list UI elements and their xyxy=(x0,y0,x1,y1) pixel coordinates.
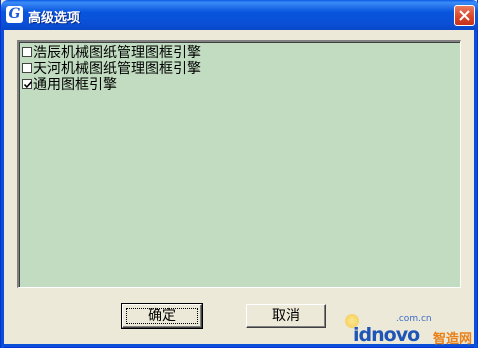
checkbox-unchecked[interactable] xyxy=(22,47,32,57)
cancel-button[interactable]: 取消 xyxy=(246,304,326,328)
watermark-brand-cn: 智造网 xyxy=(433,332,473,347)
dialog-window: G 高级选项 浩辰机械图纸管理图框引擎 天河机械图纸管理图框引擎 通用图框引擎 xyxy=(0,0,478,348)
watermark-logo: .com.cn idnovo 智造网 xyxy=(341,310,477,347)
checkmark-icon xyxy=(23,81,33,89)
close-icon xyxy=(459,10,470,21)
watermark-domain: .com.cn xyxy=(396,314,432,324)
title-bar[interactable]: G 高级选项 xyxy=(1,0,478,30)
options-checklist[interactable]: 浩辰机械图纸管理图框引擎 天河机械图纸管理图框引擎 通用图框引擎 xyxy=(17,40,461,288)
checkbox-checked[interactable] xyxy=(22,79,33,89)
watermark-brand: idnovo xyxy=(353,324,420,346)
ok-button-label: 确定 xyxy=(148,308,176,324)
app-logo-icon: G xyxy=(6,6,23,23)
close-button[interactable] xyxy=(454,5,475,26)
option-generic-engine[interactable]: 通用图框引擎 xyxy=(22,76,117,93)
window-border-left xyxy=(1,30,4,348)
ok-button[interactable]: 确定 xyxy=(121,303,203,329)
option-label: 通用图框引擎 xyxy=(33,77,117,93)
cancel-button-label: 取消 xyxy=(272,308,300,324)
checkbox-unchecked[interactable] xyxy=(22,63,32,73)
dialog-title: 高级选项 xyxy=(28,11,81,26)
window-border-right xyxy=(474,30,477,348)
